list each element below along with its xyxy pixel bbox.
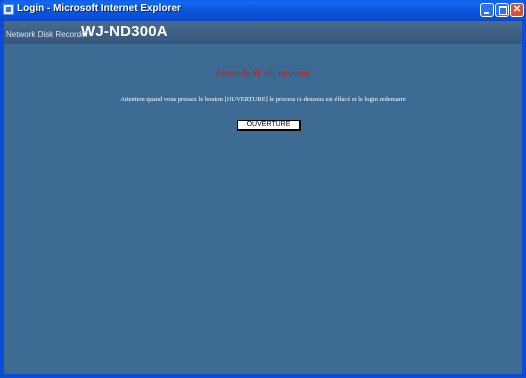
minimize-icon[interactable] (480, 3, 494, 17)
warning-message: Attention quand vous pressez le bouton [… (120, 96, 406, 103)
window-title: Login - Microsoft Internet Explorer (17, 3, 181, 14)
app-header: Network Disk Recorder WJ-ND300A (4, 21, 522, 44)
maximize-icon[interactable] (495, 3, 509, 17)
ouverture-button[interactable]: OUVERTURE (237, 120, 301, 131)
model-name: WJ-ND300A (81, 23, 168, 40)
window-frame-bottom (0, 374, 526, 378)
window-titlebar[interactable]: Login - Microsoft Internet Explorer ✕ (0, 0, 526, 21)
main-content: Erreur de SE est survenue Attention quan… (4, 44, 522, 374)
product-line-label: Network Disk Recorder (6, 30, 89, 39)
browser-window: Login - Microsoft Internet Explorer ✕ Ne… (0, 0, 526, 378)
error-title: Erreur de SE est survenue (216, 68, 310, 78)
ie-page-icon (3, 4, 14, 15)
close-icon[interactable]: ✕ (510, 3, 524, 17)
